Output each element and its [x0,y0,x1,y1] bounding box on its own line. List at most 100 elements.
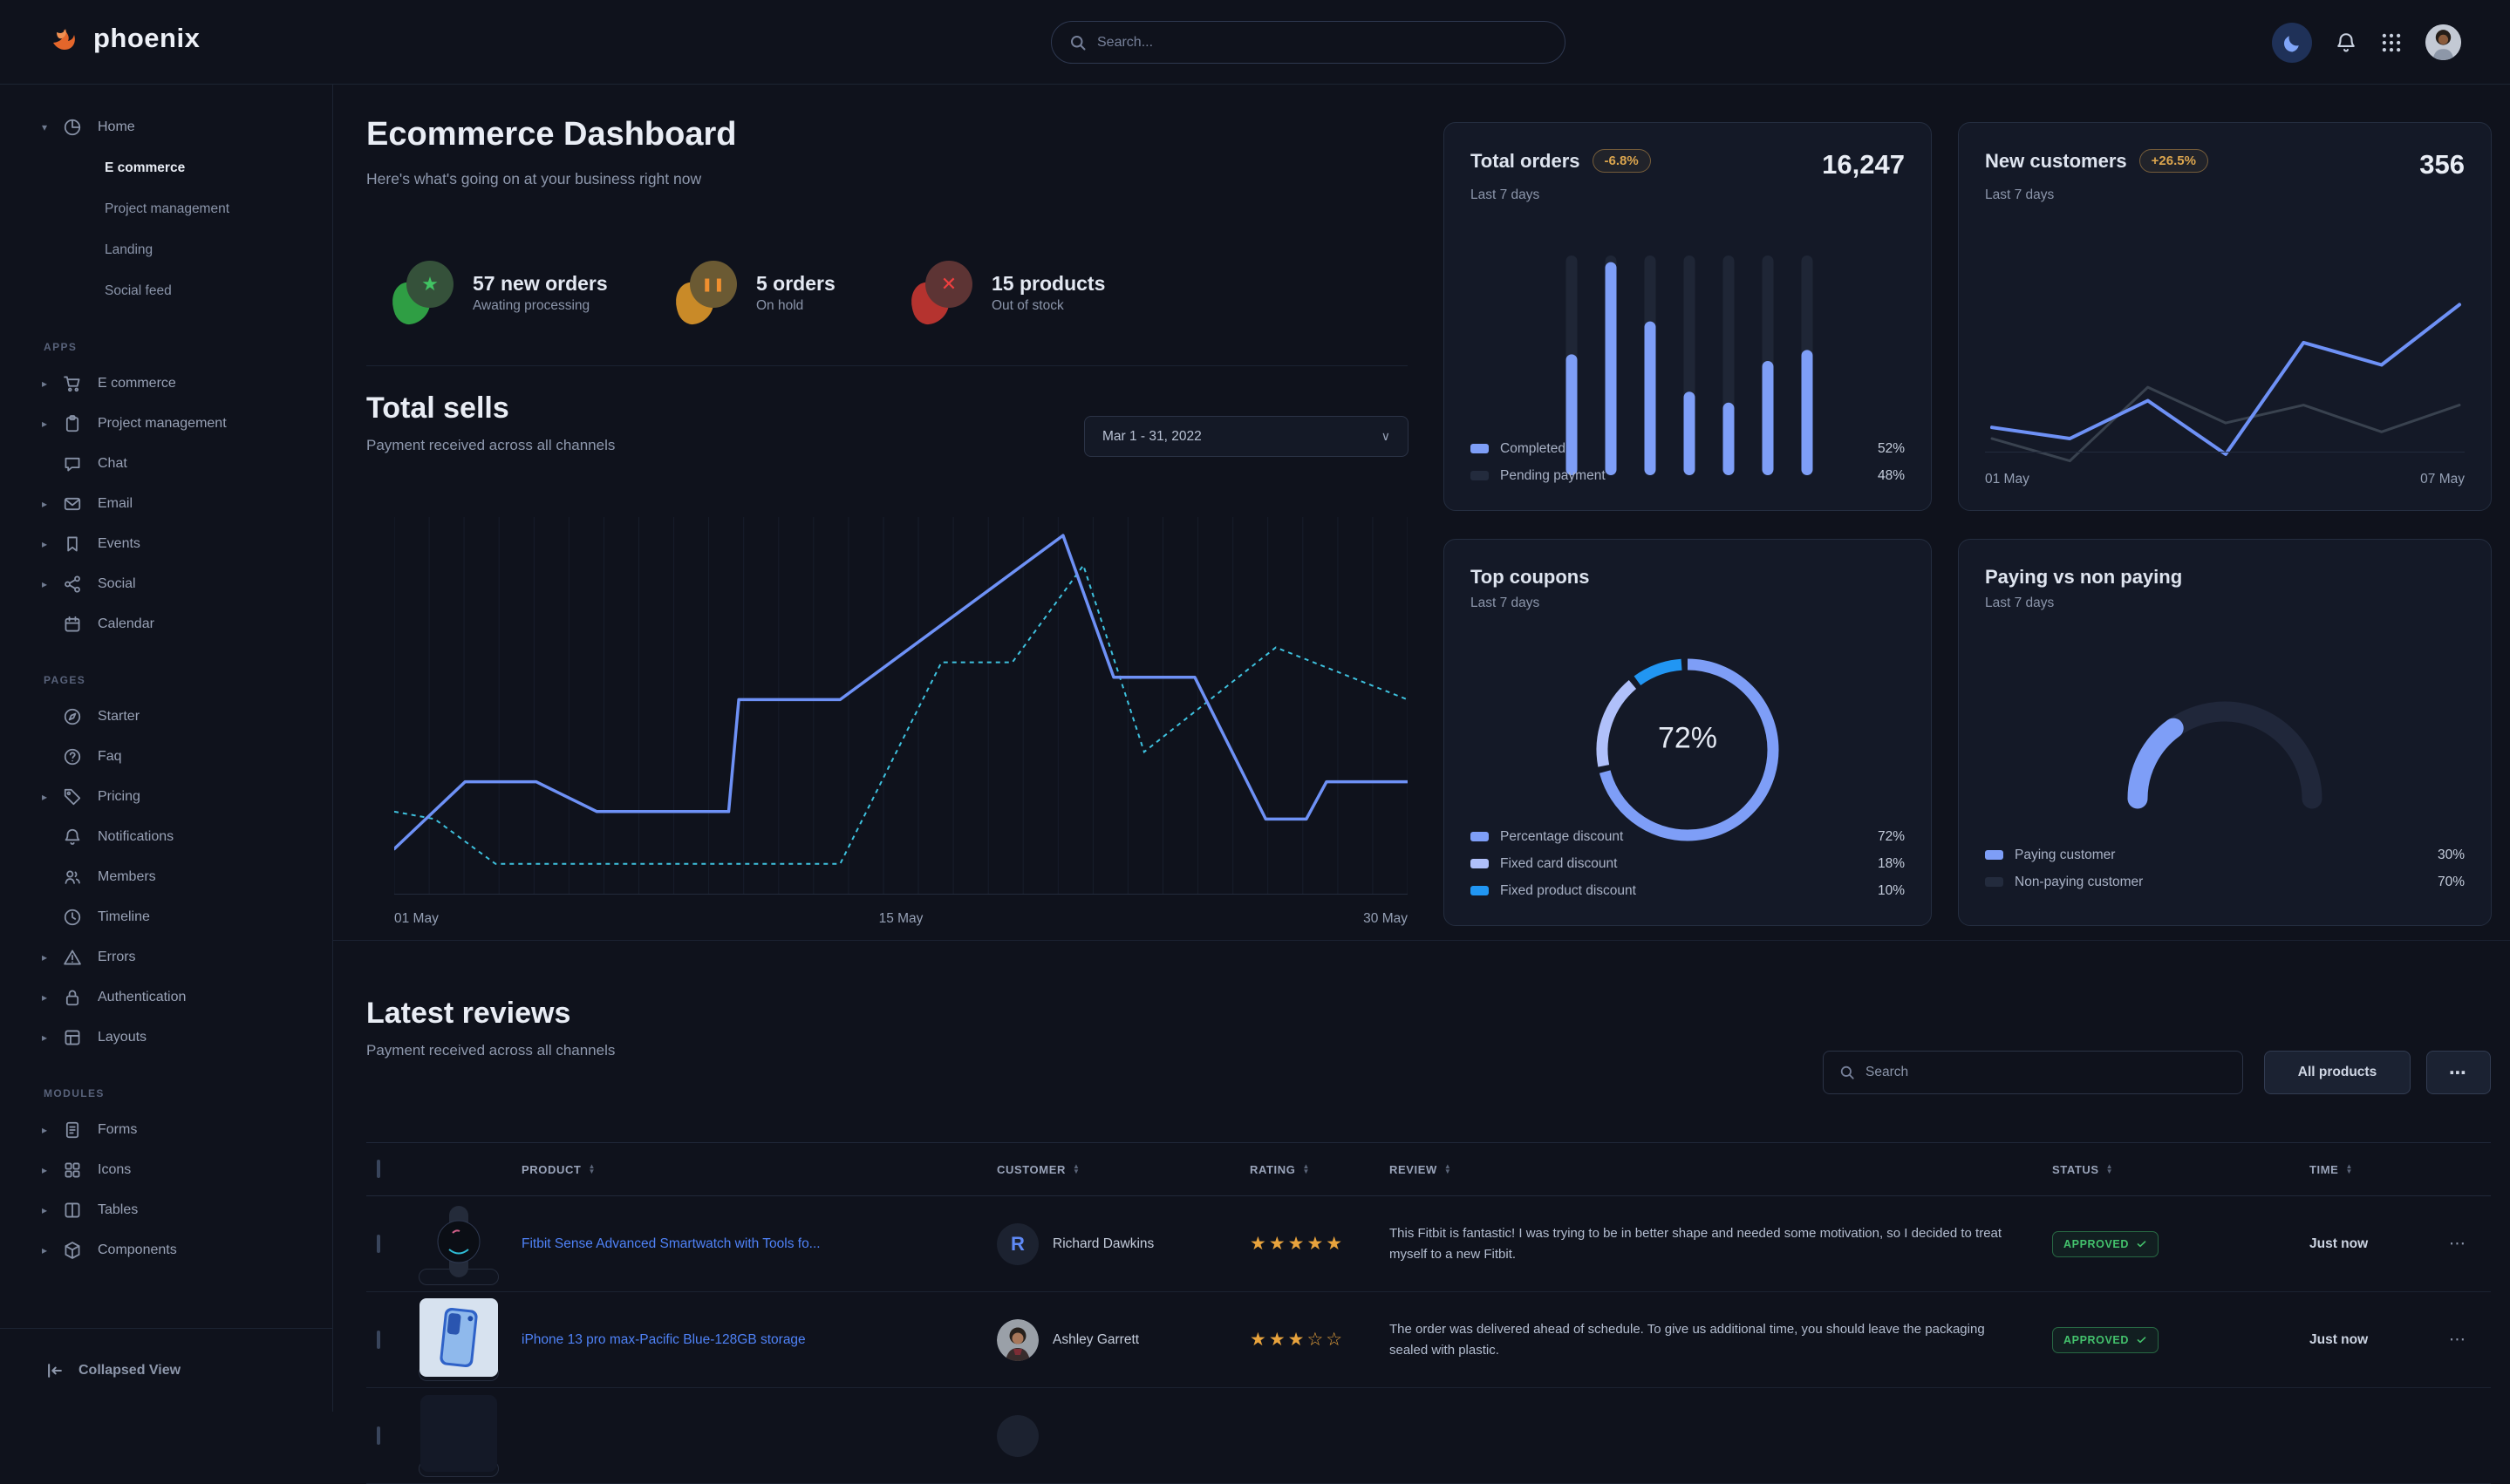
date-range-select[interactable]: Mar 1 - 31, 2022 ∨ [1084,416,1408,457]
clock-icon [63,908,82,927]
product-link[interactable]: Fitbit Sense Advanced Smartwatch with To… [522,1236,997,1252]
column-header-time[interactable]: TIME▲▼ [2309,1163,2449,1176]
sidebar-item-calendar[interactable]: Calendar [42,604,332,644]
row-checkbox[interactable] [377,1331,380,1349]
sidebar: ▾ HomeE commerceProject managementLandin… [0,85,333,1412]
total-orders-card: Total orders -6.8% 16,247 Last 7 days Co… [1443,122,1932,511]
sidebar-item-home[interactable]: ▾ Home [42,107,332,147]
select-all-checkbox[interactable] [377,1160,380,1178]
caret-right-icon: ▸ [42,1031,63,1044]
sidebar-item-forms[interactable]: ▸ Forms [42,1110,332,1150]
star-badge-icon: ★ [392,261,455,323]
product-thumbnail[interactable] [419,1365,499,1381]
sidebar-item-authentication[interactable]: ▸ Authentication [42,977,332,1018]
global-search[interactable] [1051,21,1565,64]
sidebar-collapse-toggle[interactable]: Collapsed View [0,1328,332,1412]
legend-value: 30% [2438,848,2465,863]
file-icon [63,1120,82,1140]
review-time: Just now [2309,1236,2449,1252]
paying-vs-nonpaying-card: Paying vs non paying Last 7 days Paying … [1958,539,2492,926]
stat-item: ★ 57 new orders Awating processing [392,257,608,327]
sidebar-item-email[interactable]: ▸ Email [42,484,332,524]
sidebar-item-layouts[interactable]: ▸ Layouts [42,1018,332,1058]
row-checkbox[interactable] [377,1235,380,1253]
column-header-product[interactable]: PRODUCT▲▼ [522,1163,997,1176]
global-search-input[interactable] [1097,35,1547,51]
sidebar-item-timeline[interactable]: Timeline [42,897,332,937]
sidebar-subitem-social-feed[interactable]: Social feed [42,270,332,311]
sidebar-subitem-landing[interactable]: Landing [42,229,332,270]
sidebar-item-notifications[interactable]: Notifications [42,817,332,857]
reviews-search-input[interactable] [1865,1065,2227,1080]
product-link[interactable]: iPhone 13 pro max-Pacific Blue-128GB sto… [522,1332,997,1348]
legend-chip [1470,859,1489,868]
sort-icon[interactable]: ▲▼ [2106,1164,2114,1174]
sidebar-item-label: Notifications [98,829,174,845]
sidebar-item-label: Social [98,576,136,592]
sidebar-collapse-label: Collapsed View [78,1363,181,1378]
column-header-customer[interactable]: CUSTOMER▲▼ [997,1163,1250,1176]
sidebar-item-label: Members [98,869,156,885]
brand-logo[interactable]: phoenix [48,21,200,56]
rating-stars: ★★★☆☆ [1250,1329,1389,1351]
column-header-status[interactable]: STATUS▲▼ [2052,1163,2309,1176]
stat-value: 57 new orders [473,270,608,297]
all-products-button[interactable]: All products [2264,1051,2411,1094]
sidebar-subitem-project-management[interactable]: Project management [42,188,332,229]
sidebar-item-chat[interactable]: Chat [42,444,332,484]
sidebar-item-social[interactable]: ▸ Social [42,564,332,604]
row-actions-button[interactable]: ⋯ [2449,1330,2491,1350]
theme-toggle-moon-icon[interactable] [2272,23,2312,63]
sort-icon[interactable]: ▲▼ [588,1164,596,1174]
clipboard-icon [63,414,82,433]
x-label-start: 01 May [394,911,439,927]
axis-line [1985,452,2465,453]
sort-icon[interactable]: ▲▼ [1444,1164,1452,1174]
caret-right-icon: ▸ [42,1244,63,1256]
sidebar-item-tables[interactable]: ▸ Tables [42,1190,332,1230]
card-title: New customers [1985,150,2127,173]
sidebar-item-faq[interactable]: Faq [42,737,332,777]
latest-reviews-title: Latest reviews [366,997,570,1031]
table-row [366,1388,2491,1484]
user-avatar[interactable] [2425,24,2461,60]
customer-name: Richard Dawkins [1053,1236,1154,1252]
x-badge-icon: ✕ [911,261,974,323]
sidebar-item-icons[interactable]: ▸ Icons [42,1150,332,1190]
row-actions-button[interactable]: ⋯ [2449,1234,2491,1254]
product-thumbnail[interactable] [419,1460,499,1477]
reviews-search[interactable] [1823,1051,2243,1094]
total-sells-x-labels: 01 May 15 May 30 May [394,911,1408,927]
sidebar-item-pricing[interactable]: ▸ Pricing [42,777,332,817]
apps-grid-icon[interactable] [2380,31,2403,54]
column-header-rating[interactable]: RATING▲▼ [1250,1163,1389,1176]
notifications-bell-icon[interactable] [2335,31,2357,54]
sidebar-section-label: APPS [44,341,332,353]
sidebar-item-e-commerce[interactable]: ▸ E commerce [42,364,332,404]
total-orders-value: 16,247 [1822,149,1905,180]
sidebar-item-project-management[interactable]: ▸ Project management [42,404,332,444]
sort-icon[interactable]: ▲▼ [1302,1164,1310,1174]
rating-stars: ★★★★★ [1250,1233,1389,1255]
sidebar-item-members[interactable]: Members [42,857,332,897]
pause-badge-icon: ❚❚ [676,261,739,323]
sidebar-subitem-e-commerce[interactable]: E commerce [42,147,332,188]
row-checkbox[interactable] [377,1426,380,1445]
column-header-review[interactable]: REVIEW▲▼ [1389,1163,2052,1176]
sidebar-item-errors[interactable]: ▸ Errors [42,937,332,977]
sort-icon[interactable]: ▲▼ [1073,1164,1081,1174]
sort-icon[interactable]: ▲▼ [2345,1164,2353,1174]
sidebar-item-starter[interactable]: Starter [42,697,332,737]
paying-gauge-chart [2090,664,2360,818]
grid4-icon [63,1161,82,1180]
stat-label: Awating processing [473,298,608,314]
caret-right-icon: ▸ [42,578,63,590]
sidebar-item-events[interactable]: ▸ Events [42,524,332,564]
section-divider [333,940,2510,941]
reviews-more-button[interactable]: ⋯ [2426,1051,2491,1094]
product-thumbnail[interactable] [419,1269,499,1285]
sidebar-item-components[interactable]: ▸ Components [42,1230,332,1270]
search-icon [1839,1065,1855,1080]
sidebar-item-label: Components [98,1242,177,1258]
card-title: Paying vs non paying [1985,566,2182,589]
